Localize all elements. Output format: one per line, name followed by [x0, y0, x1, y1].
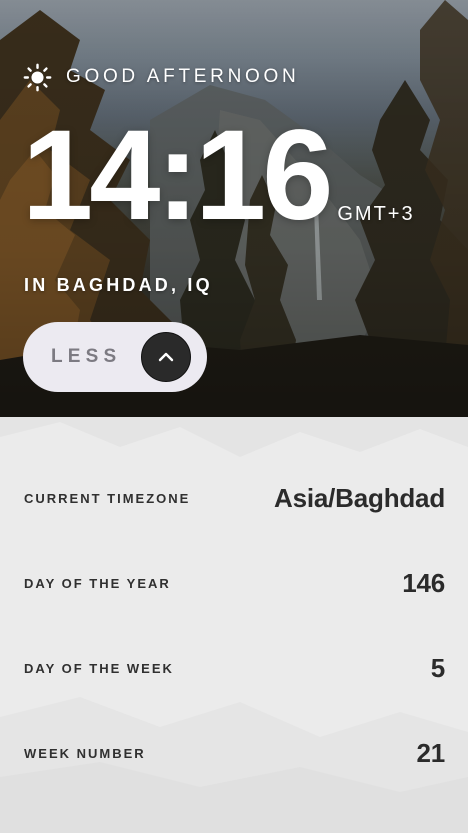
- detail-row-day-of-year: DAY OF THE YEAR 146: [24, 563, 445, 603]
- detail-label: DAY OF THE WEEK: [24, 660, 174, 676]
- detail-value: 5: [430, 652, 445, 683]
- toggle-label: LESS: [51, 346, 122, 367]
- detail-value: 146: [402, 567, 445, 598]
- detail-row-day-of-week: DAY OF THE WEEK 5: [24, 648, 445, 688]
- less-toggle-button[interactable]: LESS: [23, 322, 207, 392]
- location-text: IN BAGHDAD, IQ: [24, 275, 213, 295]
- detail-row-week-number: WEEK NUMBER 21: [24, 733, 445, 773]
- details-panel: CURRENT TIMEZONE Asia/Baghdad DAY OF THE…: [0, 417, 468, 833]
- hero-section: GOOD AFTERNOON 14:16 GMT+3 IN BAGHDAD, I…: [0, 0, 468, 417]
- detail-label: DAY OF THE YEAR: [24, 575, 171, 591]
- detail-label: WEEK NUMBER: [24, 745, 146, 761]
- greeting: GOOD AFTERNOON: [23, 62, 299, 92]
- greeting-text: GOOD AFTERNOON: [66, 66, 300, 87]
- timezone-abbreviation: GMT+3: [337, 203, 415, 225]
- clock-time: 14:16: [22, 104, 333, 247]
- clock-display: 14:16 GMT+3: [22, 112, 415, 240]
- detail-row-timezone: CURRENT TIMEZONE Asia/Baghdad: [24, 478, 445, 518]
- sun-icon: [23, 63, 52, 91]
- detail-value: 21: [416, 737, 445, 768]
- detail-value: Asia/Baghdad: [274, 482, 445, 513]
- detail-label: CURRENT TIMEZONE: [24, 490, 191, 506]
- clock-app: GOOD AFTERNOON 14:16 GMT+3 IN BAGHDAD, I…: [0, 0, 468, 833]
- chevron-up-icon[interactable]: [141, 332, 191, 382]
